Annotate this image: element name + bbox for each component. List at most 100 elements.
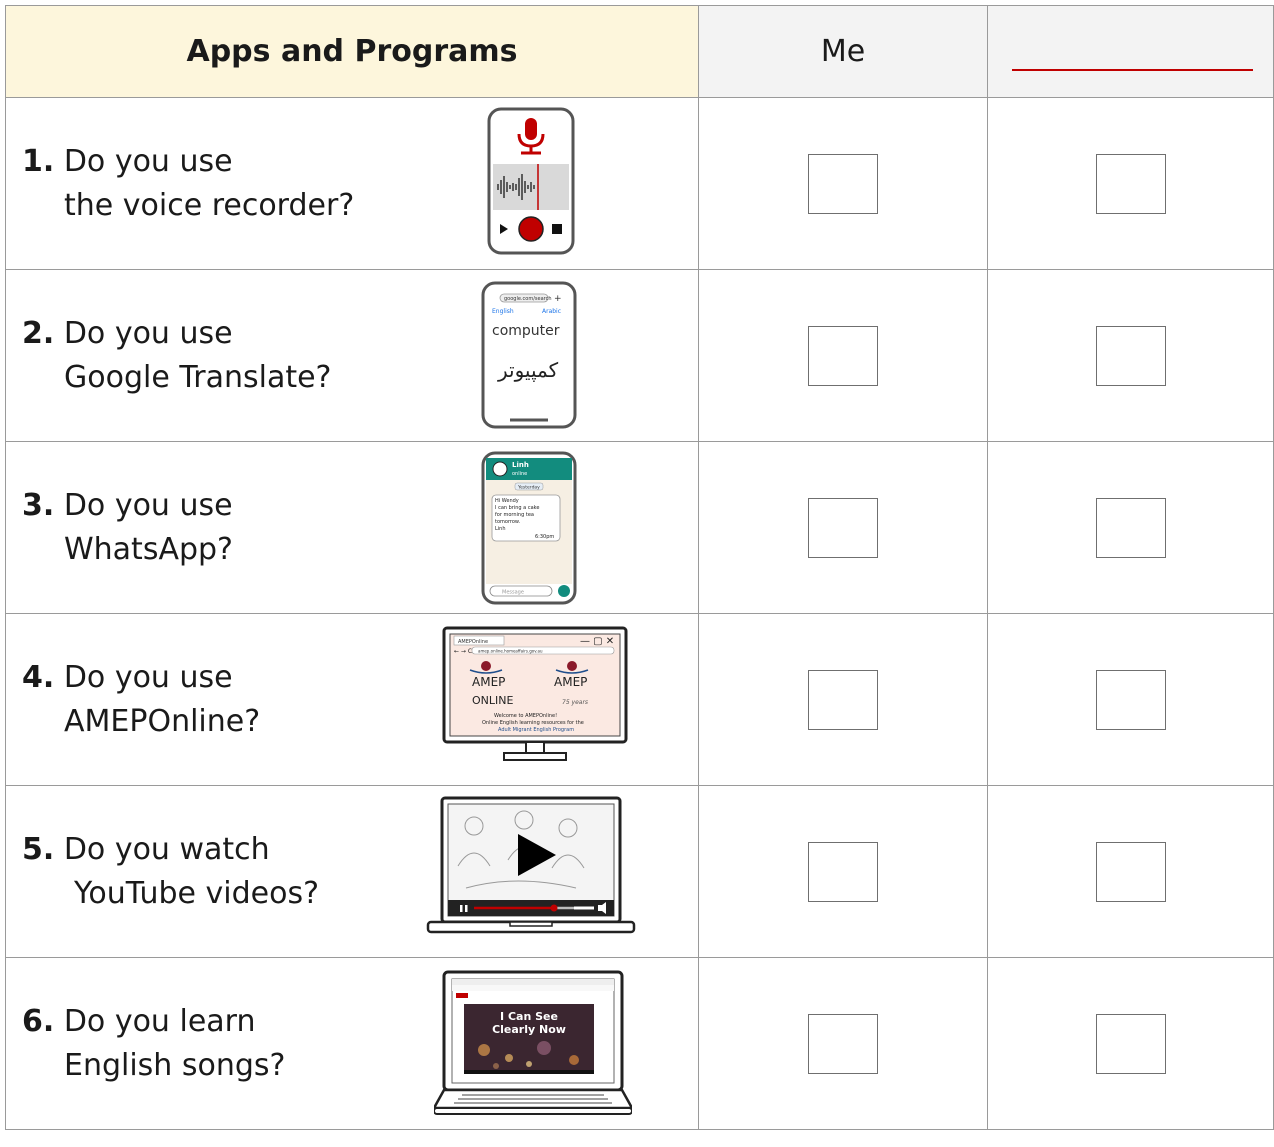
svg-text:← → C: ← → C	[454, 648, 472, 655]
me-checkbox[interactable]	[808, 325, 878, 386]
english-songs-laptop-icon: I Can See Clearly Now	[431, 970, 635, 1122]
me-answer-cell	[698, 785, 988, 958]
name-blank-line	[1012, 69, 1253, 71]
question-cell: 4. Do you use AMEPOnline? AMEPOnline — ▢…	[5, 613, 699, 786]
question-line1: Do you use	[63, 143, 233, 179]
header-me: Me	[698, 5, 988, 98]
survey-table: Apps and Programs Me 1. Do you use the v…	[5, 5, 1274, 1130]
partner-checkbox[interactable]	[1095, 325, 1166, 386]
question-number: 2.	[22, 315, 55, 351]
question-line2: English songs?	[64, 1047, 286, 1083]
question-row-5: 5. Do you watch YouTube videos?	[5, 785, 1274, 958]
partner-checkbox[interactable]	[1095, 1013, 1166, 1074]
partner-answer-cell	[987, 613, 1274, 786]
me-answer-cell	[698, 613, 988, 786]
svg-text:Yesterday: Yesterday	[517, 485, 540, 491]
question-number: 4.	[22, 659, 55, 695]
question-number: 6.	[22, 1003, 55, 1039]
question-line1: Do you use	[63, 659, 233, 695]
partner-answer-cell	[987, 269, 1274, 442]
question-row-3: 3. Do you use WhatsApp? Linh online Yest…	[5, 441, 1274, 614]
me-checkbox[interactable]	[808, 841, 878, 902]
me-checkbox[interactable]	[808, 153, 878, 214]
svg-text:computer: computer	[492, 323, 560, 339]
question-line2: YouTube videos?	[74, 875, 320, 911]
partner-checkbox[interactable]	[1095, 669, 1166, 730]
me-checkbox[interactable]	[808, 1013, 878, 1074]
question-text: 2. Do you use Google Translate?	[22, 312, 331, 400]
question-row-2: 2. Do you use Google Translate? google.c…	[5, 269, 1274, 442]
question-line2: Google Translate?	[64, 359, 332, 395]
svg-text:tomorrow.: tomorrow.	[495, 519, 521, 525]
svg-text:Message: Message	[502, 590, 524, 596]
partner-checkbox[interactable]	[1095, 497, 1166, 558]
partner-checkbox[interactable]	[1095, 841, 1166, 902]
svg-text:for morning tea: for morning tea	[495, 512, 534, 518]
svg-text:— ▢ ✕: — ▢ ✕	[580, 636, 614, 647]
svg-text:Linh: Linh	[495, 526, 506, 532]
svg-text:Welcome to AMEPOnline!: Welcome to AMEPOnline!	[494, 713, 557, 719]
me-answer-cell	[698, 97, 988, 270]
question-row-4: 4. Do you use AMEPOnline? AMEPOnline — ▢…	[5, 613, 1274, 786]
svg-text:Linh: Linh	[512, 461, 529, 469]
question-number: 1.	[22, 143, 55, 179]
svg-text:google.com/search: google.com/search	[504, 296, 552, 302]
svg-text:6:30pm: 6:30pm	[535, 534, 554, 540]
question-number: 5.	[22, 831, 55, 867]
partner-checkbox[interactable]	[1095, 153, 1166, 214]
svg-text:I Can See: I Can See	[500, 1010, 558, 1023]
svg-text:English: English	[492, 308, 514, 315]
partner-answer-cell	[987, 957, 1274, 1130]
svg-text:amep.online.homeaffairs.gov.au: amep.online.homeaffairs.gov.au	[478, 649, 543, 654]
question-cell: 1. Do you use the voice recorder?	[5, 97, 699, 270]
svg-text:Clearly Now: Clearly Now	[492, 1023, 566, 1036]
question-text: 3. Do you use WhatsApp?	[22, 484, 233, 572]
me-checkbox[interactable]	[808, 669, 878, 730]
question-line1: Do you learn	[63, 1003, 256, 1039]
youtube-video-laptop-icon	[426, 796, 636, 946]
me-checkbox[interactable]	[808, 497, 878, 558]
svg-text:+: +	[554, 294, 562, 304]
svg-text:75 years: 75 years	[562, 699, 588, 706]
question-line2: WhatsApp?	[64, 531, 233, 567]
question-cell: 5. Do you watch YouTube videos?	[5, 785, 699, 958]
question-row-1: 1. Do you use the voice recorder?	[5, 97, 1274, 270]
me-answer-cell	[698, 269, 988, 442]
question-cell: 6. Do you learn English songs? I Can See…	[5, 957, 699, 1130]
svg-text:AMEP: AMEP	[554, 675, 587, 689]
svg-text:AMEPOnline: AMEPOnline	[458, 639, 488, 645]
question-line1: Do you use	[63, 315, 233, 351]
question-cell: 2. Do you use Google Translate? google.c…	[5, 269, 699, 442]
amep-online-monitor-icon: AMEPOnline — ▢ ✕ ← → C amep.online.homea…	[442, 626, 628, 770]
svg-text:AMEP: AMEP	[472, 675, 505, 689]
question-cell: 3. Do you use WhatsApp? Linh online Yest…	[5, 441, 699, 614]
worksheet: Apps and Programs Me 1. Do you use the v…	[0, 0, 1274, 1147]
question-row-6: 6. Do you learn English songs? I Can See…	[5, 957, 1274, 1130]
svg-text:Online English learning resour: Online English learning resources for th…	[482, 720, 584, 726]
whatsapp-phone-icon: Linh online Yesterday Hi Wendy I can bri…	[480, 450, 578, 610]
question-text: 1. Do you use the voice recorder?	[22, 140, 354, 228]
question-line1: Do you use	[63, 487, 233, 523]
question-line1: Do you watch	[63, 831, 270, 867]
svg-text:ONLINE: ONLINE	[472, 694, 513, 707]
voice-recorder-phone-icon	[486, 106, 576, 260]
svg-text:I can bring a cake: I can bring a cake	[495, 505, 539, 511]
svg-text:Adult Migrant English Program: Adult Migrant English Program	[498, 727, 574, 733]
svg-text:کمپیوتر: کمپیوتر	[497, 358, 559, 383]
me-answer-cell	[698, 957, 988, 1130]
question-text: 4. Do you use AMEPOnline?	[22, 656, 260, 744]
partner-answer-cell	[987, 97, 1274, 270]
header-partner-name[interactable]	[987, 5, 1274, 98]
question-text: 5. Do you watch YouTube videos?	[22, 828, 319, 916]
svg-text:Arabic: Arabic	[542, 308, 561, 315]
question-number: 3.	[22, 487, 55, 523]
question-line2: the voice recorder?	[64, 187, 355, 223]
me-answer-cell	[698, 441, 988, 614]
question-line2: AMEPOnline?	[64, 703, 261, 739]
question-text: 6. Do you learn English songs?	[22, 1000, 285, 1088]
google-translate-phone-icon: google.com/search + English Arabic compu…	[480, 280, 578, 434]
partner-answer-cell	[987, 441, 1274, 614]
header-row: Apps and Programs Me	[5, 5, 1274, 98]
partner-answer-cell	[987, 785, 1274, 958]
header-title: Apps and Programs	[5, 5, 699, 98]
